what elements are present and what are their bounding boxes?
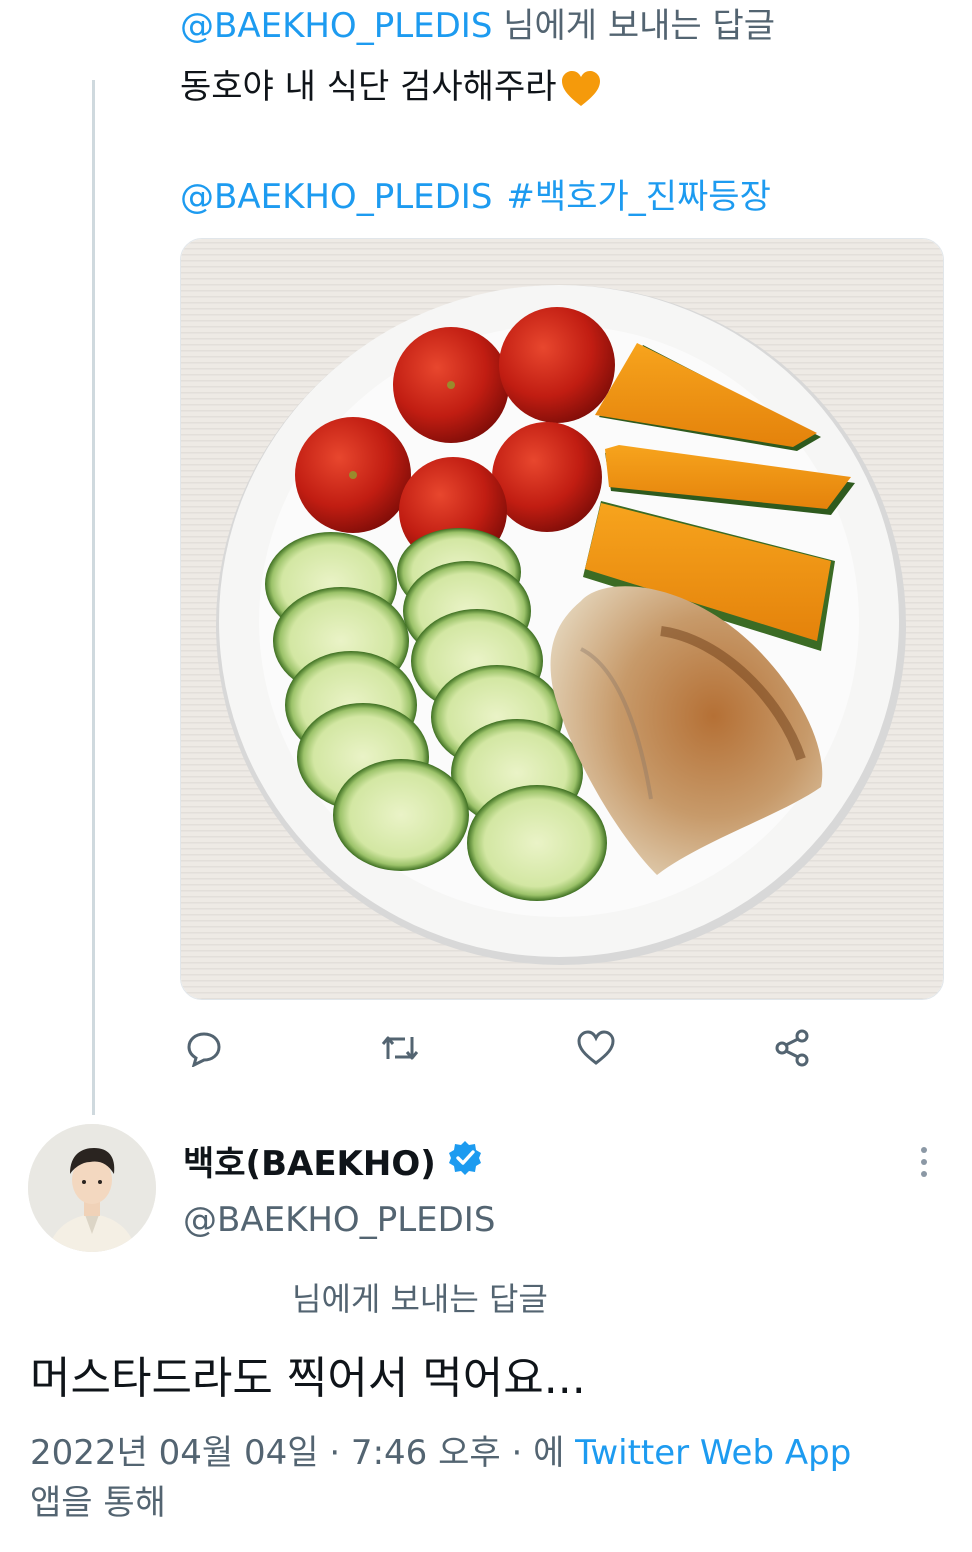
verified-badge-icon [446,1139,484,1181]
avatar[interactable] [28,1124,156,1252]
like-button[interactable] [568,1022,624,1078]
share-button[interactable] [764,1022,820,1078]
reply-to-suffix: 님에게 보내는 답글 [492,6,776,46]
thread-line [92,80,95,1115]
hashtag-link[interactable]: #백호가_진짜등장 [506,177,770,217]
quoted-tweet-actions [180,1022,820,1078]
heart-icon [576,1029,616,1071]
source-suffix: 앱을 통해 [30,1483,166,1523]
timestamp[interactable]: 2022년 04월 04일 · 7:46 오후 · 에 [30,1433,575,1473]
reply-button[interactable] [176,1022,232,1078]
author-row: 백호(BAEKHO) [183,1130,484,1190]
tweet-meta: 2022년 04월 04일 · 7:46 오후 · 에 Twitter Web … [30,1428,950,1528]
reply-to-label-secondary: 님에게 보내는 답글 [292,1280,548,1318]
quoted-tweet-tags: @BAEKHO_PLEDIS #백호가_진짜등장 [180,172,785,222]
author-handle[interactable]: @BAEKHO_PLEDIS [183,1196,495,1244]
reply-icon [185,1029,223,1071]
more-vertical-icon [906,1147,942,1186]
display-name[interactable]: 백호(BAEKHO) [183,1136,436,1185]
retweet-button[interactable] [372,1022,428,1078]
meal-photo[interactable] [180,238,944,1000]
quoted-tweet-body: 동호야 내 식단 검사해주라 [180,67,557,107]
orange-heart-icon [559,67,603,111]
retweet-icon [379,1029,421,1071]
source-link[interactable]: Twitter Web App [575,1433,851,1473]
more-options-button[interactable] [906,1142,942,1182]
share-icon [772,1028,812,1072]
reply-to-label: @BAEKHO_PLEDIS 님에게 보내는 답글 [180,4,775,48]
reply-to-handle-link[interactable]: @BAEKHO_PLEDIS [180,6,492,46]
mention-link[interactable]: @BAEKHO_PLEDIS [180,177,492,217]
quoted-tweet-text: 동호야 내 식단 검사해주라 [180,62,603,112]
reply-tweet-text: 머스타드라도 찍어서 먹어요... [30,1353,586,1404]
